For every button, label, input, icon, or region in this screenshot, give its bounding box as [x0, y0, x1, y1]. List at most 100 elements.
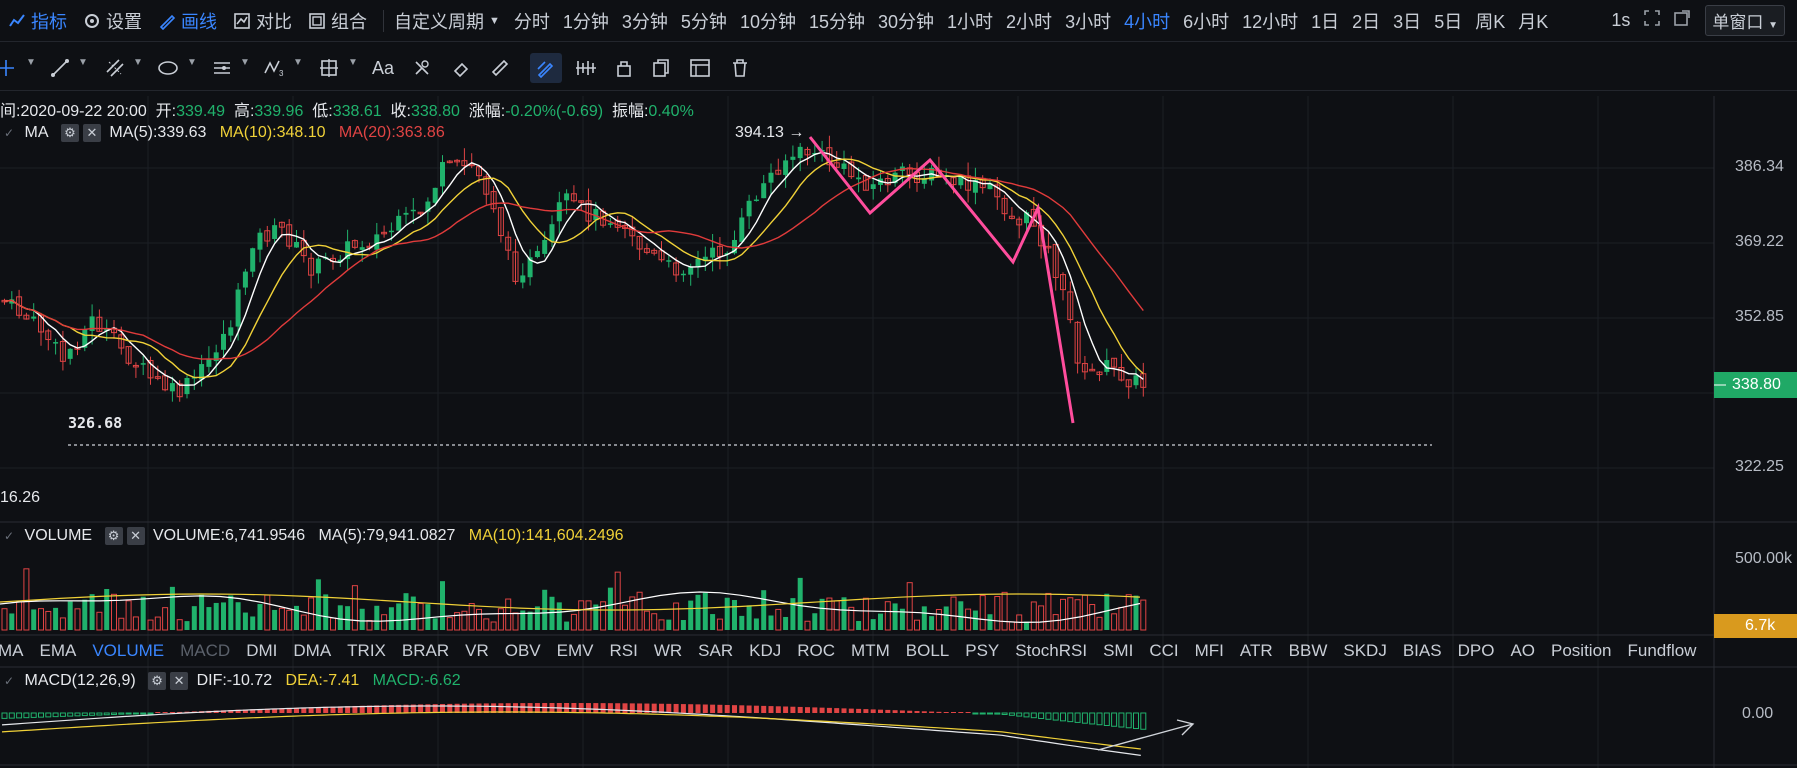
macd-bar	[899, 710, 905, 713]
volume-bar	[1125, 594, 1132, 631]
change-value: -0.20%(-0.69)	[505, 103, 604, 120]
candle	[549, 224, 555, 242]
collapse-icon[interactable]: ✓	[4, 674, 14, 688]
macd-bar	[629, 703, 635, 713]
macd-bar	[81, 712, 88, 717]
indicator-tab[interactable]: MA	[0, 641, 24, 661]
close-icon[interactable]: ✕	[170, 672, 189, 690]
indicator-tab[interactable]: WR	[654, 641, 682, 661]
volume-bar	[1140, 599, 1147, 631]
volume-bar	[994, 595, 1001, 631]
indicator-tab[interactable]: ROC	[797, 641, 835, 661]
indicator-tab[interactable]: BRAR	[402, 641, 449, 661]
candle	[542, 240, 548, 254]
volume-bar	[746, 605, 752, 630]
indicator-tab[interactable]: Position	[1551, 641, 1611, 661]
indicator-tab[interactable]: AO	[1510, 641, 1535, 661]
candle	[556, 202, 562, 222]
volume-bars	[1, 568, 1147, 631]
indicator-tab[interactable]: OBV	[505, 641, 541, 661]
close-icon[interactable]: ✕	[126, 527, 145, 545]
volume-bar	[570, 613, 577, 631]
indicator-tab[interactable]: DMA	[293, 641, 331, 661]
dea-line	[1, 711, 1141, 750]
candle	[228, 327, 234, 336]
volume-bar	[45, 610, 52, 631]
collapse-icon[interactable]: ✓	[4, 126, 14, 140]
candle	[250, 248, 256, 272]
candle	[257, 232, 263, 250]
indicator-tab[interactable]: CCI	[1149, 641, 1178, 661]
volume-bar	[775, 608, 782, 631]
ohlc-info: 间:2020-09-22 20:00 开:339.49 高:339.96 低:3…	[0, 103, 694, 120]
dif-line	[1, 705, 1141, 756]
indicator-tab[interactable]: EMV	[557, 641, 594, 661]
macd-bar	[878, 709, 883, 713]
indicator-tab[interactable]: SMI	[1103, 641, 1133, 661]
macd-bar	[775, 706, 781, 713]
indicator-tab[interactable]: BBW	[1289, 641, 1328, 661]
indicator-tab[interactable]: ATR	[1240, 641, 1273, 661]
ma5-value: MA(5):339.63	[109, 124, 207, 142]
indicator-tab[interactable]: BIAS	[1403, 641, 1442, 661]
macd-bar	[987, 712, 993, 715]
macd-bar	[125, 712, 132, 715]
indicator-tab[interactable]: StochRSI	[1015, 641, 1087, 661]
indicator-tab[interactable]: RSI	[610, 641, 638, 661]
high-annotation: 394.13 →	[735, 124, 805, 141]
macd-bar	[753, 705, 759, 713]
macd-bar	[943, 712, 949, 713]
macd-bar	[447, 703, 453, 713]
macd-bar	[1001, 712, 1008, 716]
indicator-tab[interactable]: SKDJ	[1343, 641, 1386, 661]
indicator-tab[interactable]: MACD	[180, 641, 230, 661]
volume-bar	[819, 598, 825, 630]
indicator-tab[interactable]: TRIX	[347, 641, 386, 661]
candle	[374, 234, 380, 250]
volume-bar	[337, 605, 343, 630]
drawn-pattern-line[interactable]	[808, 136, 1075, 424]
candle	[169, 383, 175, 392]
gear-icon[interactable]: ⚙	[60, 124, 79, 142]
close-icon[interactable]: ✕	[82, 124, 101, 142]
indicator-tab[interactable]: PSY	[965, 641, 999, 661]
indicator-tab[interactable]: Fundflow	[1627, 641, 1696, 661]
volume-bar	[987, 614, 993, 630]
macd-bar	[8, 712, 15, 719]
indicator-tab[interactable]: DPO	[1458, 641, 1495, 661]
indicator-tabs: MA EMA VOLUME MACD DMI DMA TRIX BRAR VR OBV EMV RSI…	[0, 636, 1797, 666]
indicator-tab[interactable]: MFI	[1195, 641, 1224, 661]
indicator-tab[interactable]: KDJ	[749, 641, 781, 661]
candle	[221, 333, 226, 350]
macd-value: MACD:-6.62	[372, 672, 461, 690]
volume-bar	[1060, 598, 1066, 631]
indicator-tab[interactable]: VOLUME	[92, 641, 164, 661]
candle	[396, 215, 402, 231]
indicator-tab[interactable]: EMA	[40, 641, 77, 661]
indicator-tab[interactable]: BOLL	[906, 641, 949, 661]
volume-bar	[388, 607, 394, 630]
volume-axis-label: 500.00k	[1735, 550, 1792, 567]
volume-bar	[804, 620, 811, 631]
candle	[1133, 375, 1139, 386]
volume-bar	[884, 601, 891, 631]
volume-bar	[96, 611, 103, 631]
macd-bar	[38, 712, 44, 718]
gear-icon[interactable]: ⚙	[104, 527, 123, 545]
volume-bar	[199, 594, 205, 630]
indicator-tab[interactable]: DMI	[246, 641, 277, 661]
close-value: 338.80	[410, 103, 460, 120]
collapse-icon[interactable]: ✓	[4, 529, 14, 543]
gear-icon[interactable]: ⚙	[148, 672, 167, 690]
indicator-tab[interactable]: MTM	[851, 641, 890, 661]
indicator-tab[interactable]: SAR	[698, 641, 733, 661]
macd-bar	[169, 712, 175, 713]
macd-bar	[30, 712, 37, 718]
indicator-tab[interactable]: VR	[465, 641, 489, 661]
volume-bar	[440, 581, 445, 630]
macd-bar	[841, 708, 847, 713]
volume-bar	[366, 619, 373, 631]
volume-legend: ✓ VOLUME ⚙ ✕ VOLUME:6,741.9546 MA(5):79,9…	[4, 527, 624, 545]
volume-bar	[856, 620, 862, 630]
volume-bar	[950, 596, 957, 631]
